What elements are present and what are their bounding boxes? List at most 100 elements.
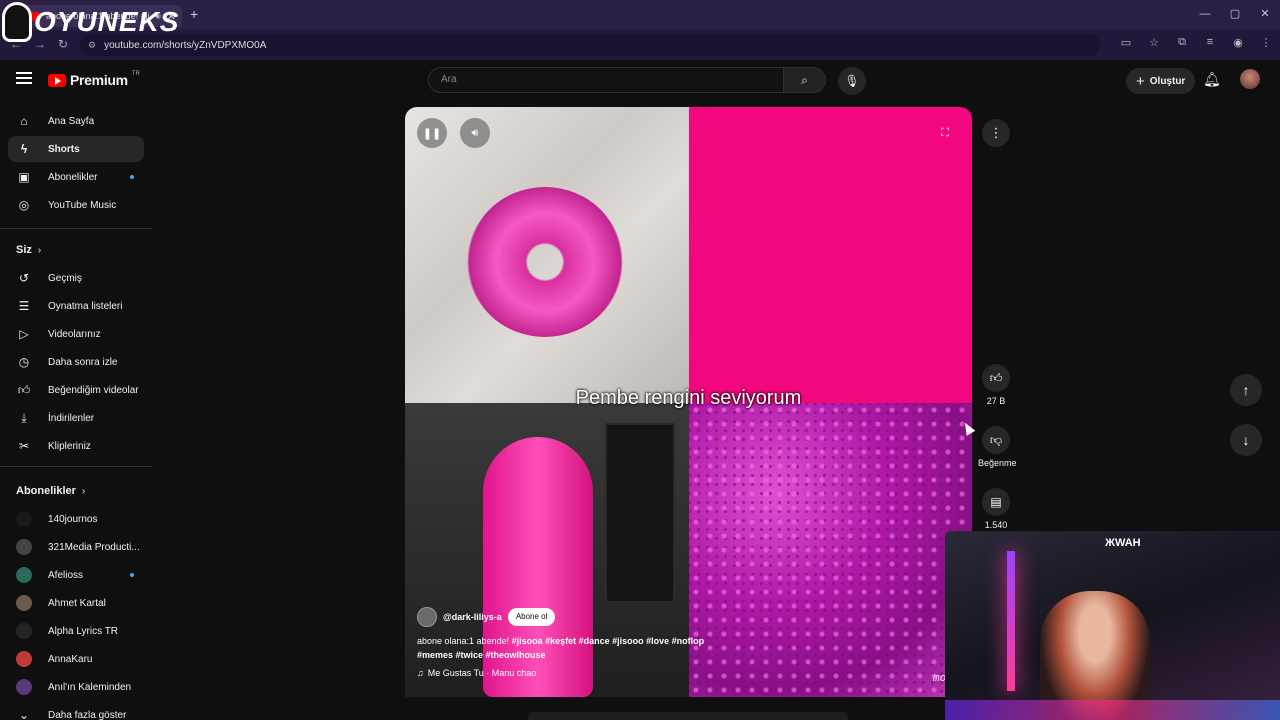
sidebar-item-label: 321Media Producti... (48, 541, 140, 553)
comments-action: ▤ 1.540 (978, 488, 1014, 530)
mic-icon: 🎙︎ (844, 74, 860, 88)
sidebar-item-be-endi-im-videolar[interactable]: 👍︎ Beğendiğim videolar (8, 377, 144, 403)
fullscreen-button[interactable]: ⛶ (930, 118, 960, 148)
sidebar-item-shorts[interactable]: ϟ Shorts (8, 136, 144, 162)
playlists-icon: ☰ (18, 299, 30, 313)
led-strip (945, 700, 1280, 720)
chevron-right-icon: › (37, 245, 42, 256)
subscribe-button[interactable]: Abone ol (507, 608, 556, 626)
sidebar-item-oynatma-listeleri[interactable]: ☰ Oynatma listeleri (8, 293, 144, 319)
downloads-icon: ⤓ (21, 410, 27, 425)
channel-avatar-icon (16, 595, 32, 611)
new-tab-button[interactable]: + (190, 6, 198, 22)
youtube-play-icon (48, 73, 66, 87)
subscriptions-icon: ▣ (18, 170, 30, 184)
next-short-preview[interactable] (528, 712, 848, 720)
sidebar-item-klipleriniz[interactable]: ✂ Klipleriniz (8, 433, 144, 459)
media-control-icon[interactable]: ≡ (1202, 36, 1218, 49)
bookmark-star-icon[interactable]: ☆ (1146, 36, 1162, 49)
previous-short-button[interactable]: ↑ (1230, 374, 1262, 406)
pink-color-block (689, 107, 972, 403)
subscription-item-alpha-lyrics-tr[interactable]: Alpha Lyrics TR (8, 618, 144, 644)
voice-search-button[interactable]: 🎙︎ (838, 67, 866, 95)
streamer-logo: OYUNEKS (2, 2, 179, 42)
extensions-icon[interactable]: ⧉ (1174, 36, 1190, 49)
sidebar: ⌂ Ana Sayfa ϟ Shorts ▣ Abonelikler ◎ YouTube Mu… (0, 104, 152, 720)
sidebar-item-label: İndirilenler (48, 412, 95, 424)
sidebar-item-ana-sayfa[interactable]: ⌂ Ana Sayfa (8, 108, 144, 134)
plus-icon: + (1136, 72, 1145, 90)
profile-icon[interactable]: ◉ (1230, 36, 1246, 49)
scrunchie-image (405, 107, 689, 403)
sidebar-item-youtube-music[interactable]: ◎ YouTube Music (8, 192, 144, 218)
youtube-logo[interactable]: Premium TR (48, 71, 140, 88)
description-hashtags-2[interactable]: #memes #twice #theowlhouse (417, 650, 546, 660)
arrow-up-icon: ↑ (1242, 382, 1250, 398)
browser-menu-icon[interactable]: ⋮ (1258, 36, 1274, 49)
like-action: 👍︎ 27 B (978, 364, 1014, 406)
hamburger-menu-icon[interactable] (16, 72, 32, 84)
create-button[interactable]: + Oluştur (1126, 68, 1196, 94)
streamer-webcam: ЖWAH (945, 531, 1280, 720)
description-hashtags[interactable]: #jisooa #keşfet #dance #jisooo #love #no… (512, 636, 705, 646)
music-title: Me Gustas Tu · Manu chao (427, 668, 537, 678)
subscription-item-140journos[interactable]: 140journos (8, 506, 144, 532)
url-field[interactable]: ⚙ youtube.com/shorts/yZnVDPXMO0A (80, 34, 1100, 56)
video-description[interactable]: abone olana:1 abende! #jisooa #keşfet #d… (417, 634, 717, 662)
like-button[interactable]: 👍︎ (982, 364, 1010, 392)
dislike-label: Beğenme (978, 458, 1017, 468)
youtube-masthead: Premium TR Ara ⌕ 🎙︎ + Oluştur 🔔︎ (0, 60, 1280, 102)
sidebar-item-videolar-n-z[interactable]: ▷ Videolarınız (8, 321, 144, 347)
dislike-button[interactable]: 👎︎ (982, 426, 1010, 454)
channel-avatar-icon (16, 539, 32, 555)
chevron-down-icon: ⌄ (18, 708, 30, 720)
liked-icon: 👍︎ (17, 382, 31, 397)
sidebar-item-daha-sonra-izle[interactable]: ◷ Daha sonra izle (8, 349, 144, 375)
sidebar-item-label: Shorts (48, 143, 80, 155)
pause-button[interactable]: ❚❚ (417, 118, 447, 148)
sidebar-item-i-ndirilenler[interactable]: ⤓ İndirilenler (8, 405, 144, 431)
watch-later-icon: ◷ (18, 355, 30, 369)
led-light (1007, 551, 1015, 691)
next-short-button[interactable]: ↓ (1230, 424, 1262, 456)
sidebar-item-label: Ana Sayfa (48, 115, 95, 127)
fullscreen-icon: ⛶ (941, 126, 949, 139)
cast-icon[interactable]: ▭ (1118, 36, 1134, 49)
sidebar-divider (0, 228, 152, 229)
close-window-button[interactable]: ✕ (1250, 0, 1280, 30)
mascot-logo-icon (2, 2, 32, 42)
subscription-item-an-l-n-kaleminden[interactable]: Anıl'ın Kaleminden (8, 674, 144, 700)
you-section-heading[interactable]: Siz › (16, 244, 41, 256)
search-input[interactable]: Ara (428, 67, 784, 93)
channel-avatar-icon (16, 623, 32, 639)
clips-icon: ✂ (18, 439, 30, 453)
shorts-player[interactable]: moonflower_a ❚❚ 🔊︎ ⛶ Pembe rengini seviy… (405, 107, 972, 697)
search-button[interactable]: ⌕ (784, 67, 826, 93)
streamer-logo-text: OYUNEKS (34, 6, 180, 37)
sidebar-item-abonelikler[interactable]: ▣ Abonelikler (8, 164, 144, 190)
channel-avatar[interactable] (417, 607, 437, 627)
music-row[interactable]: ♫ Me Gustas Tu · Manu chao (417, 668, 536, 678)
maximize-button[interactable]: ▢ (1220, 0, 1250, 30)
subscription-item-321media-producti[interactable]: 321Media Producti... (8, 534, 144, 560)
create-label: Oluştur (1149, 75, 1186, 87)
volume-icon: 🔊︎ (471, 126, 479, 139)
show-more-button[interactable]: ⌄ Daha fazla göster (8, 702, 144, 720)
volume-button[interactable]: 🔊︎ (460, 118, 490, 148)
subscription-item-afelioss[interactable]: Afelioss (8, 562, 144, 588)
sidebar-item-ge-mi[interactable]: ↺ Geçmiş (8, 265, 144, 291)
account-avatar[interactable] (1240, 69, 1260, 89)
chevron-right-icon: › (81, 486, 86, 497)
subscription-item-annakaru[interactable]: AnnaKaru (8, 646, 144, 672)
subscription-item-ahmet-kartal[interactable]: Ahmet Kartal (8, 590, 144, 616)
notifications-bell-icon[interactable]: 🔔︎ (1203, 71, 1221, 88)
comments-button[interactable]: ▤ (982, 488, 1010, 516)
more-options-button[interactable]: ⋮ (982, 119, 1010, 147)
search-icon: ⌕ (801, 72, 808, 87)
music-icon: ◎ (18, 198, 30, 212)
subscriptions-heading-label: Abonelikler (16, 485, 76, 497)
channel-handle[interactable]: @dark-liliys-a (443, 612, 502, 622)
minimize-button[interactable]: — (1190, 0, 1220, 30)
subscriptions-section-heading[interactable]: Abonelikler › (16, 485, 85, 497)
shorts-icon: ϟ (20, 142, 28, 156)
